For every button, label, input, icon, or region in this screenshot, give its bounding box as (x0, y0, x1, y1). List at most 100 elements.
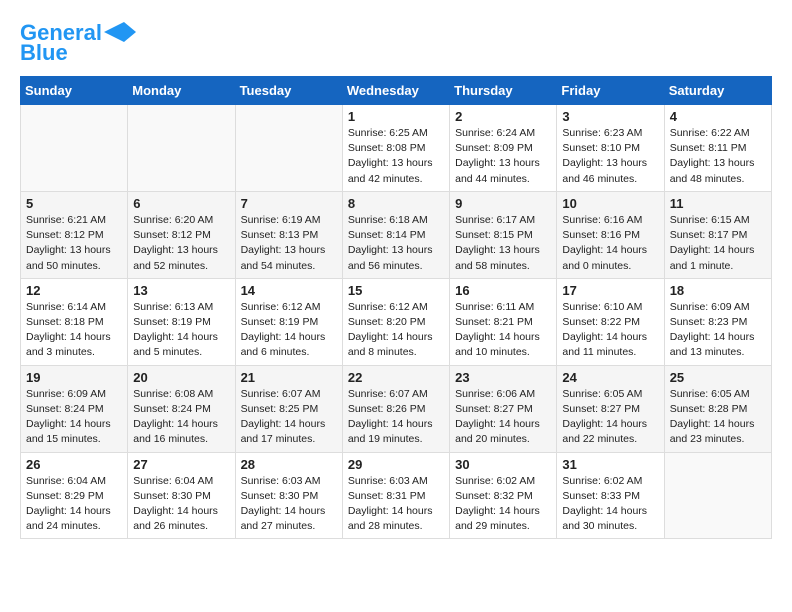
day-number: 23 (455, 370, 551, 385)
calendar-cell: 20 Sunrise: 6:08 AMSunset: 8:24 PMDayligh… (128, 365, 235, 452)
day-number: 12 (26, 283, 122, 298)
day-info: Sunrise: 6:14 AMSunset: 8:18 PMDaylight:… (26, 300, 122, 361)
day-info: Sunrise: 6:11 AMSunset: 8:21 PMDaylight:… (455, 300, 551, 361)
day-number: 27 (133, 457, 229, 472)
calendar-week-row: 5 Sunrise: 6:21 AMSunset: 8:12 PMDaylight… (21, 191, 772, 278)
day-number: 11 (670, 196, 766, 211)
day-number: 30 (455, 457, 551, 472)
calendar-cell: 2Sunrise: 6:24 AMSunset: 8:09 PMDaylight… (450, 105, 557, 192)
day-info: Sunrise: 6:24 AMSunset: 8:09 PMDaylight:… (455, 126, 551, 187)
day-number: 6 (133, 196, 229, 211)
calendar-cell: 22 Sunrise: 6:07 AMSunset: 8:26 PMDayligh… (342, 365, 449, 452)
day-info: Sunrise: 6:21 AMSunset: 8:12 PMDaylight:… (26, 213, 122, 274)
day-number: 18 (670, 283, 766, 298)
day-info: Sunrise: 6:20 AMSunset: 8:12 PMDaylight:… (133, 213, 229, 274)
day-info: Sunrise: 6:23 AMSunset: 8:10 PMDaylight:… (562, 126, 658, 187)
calendar-week-row: 26Sunrise: 6:04 AMSunset: 8:29 PMDayligh… (21, 452, 772, 539)
weekday-header: Thursday (450, 77, 557, 105)
calendar-cell: 17 Sunrise: 6:10 AMSunset: 8:22 PMDayligh… (557, 278, 664, 365)
logo-arrow-icon (104, 22, 136, 42)
day-info: Sunrise: 6:04 AMSunset: 8:29 PMDaylight:… (26, 474, 122, 535)
calendar-cell: 11 Sunrise: 6:15 AMSunset: 8:17 PMDayligh… (664, 191, 771, 278)
calendar-cell: 7 Sunrise: 6:19 AMSunset: 8:13 PMDaylight… (235, 191, 342, 278)
day-info: Sunrise: 6:03 AMSunset: 8:30 PMDaylight:… (241, 474, 337, 535)
day-number: 14 (241, 283, 337, 298)
logo-blue: Blue (20, 40, 68, 66)
calendar-cell: 4 Sunrise: 6:22 AMSunset: 8:11 PMDaylight… (664, 105, 771, 192)
day-number: 7 (241, 196, 337, 211)
day-number: 31 (562, 457, 658, 472)
calendar-cell: 19 Sunrise: 6:09 AMSunset: 8:24 PMDayligh… (21, 365, 128, 452)
weekday-header: Saturday (664, 77, 771, 105)
day-info: Sunrise: 6:12 AMSunset: 8:20 PMDaylight:… (348, 300, 444, 361)
day-info: Sunrise: 6:09 AMSunset: 8:23 PMDaylight:… (670, 300, 766, 361)
day-info: Sunrise: 6:17 AMSunset: 8:15 PMDaylight:… (455, 213, 551, 274)
day-number: 10 (562, 196, 658, 211)
calendar-cell: 30 Sunrise: 6:02 AMSunset: 8:32 PMDayligh… (450, 452, 557, 539)
weekday-header: Tuesday (235, 77, 342, 105)
calendar-cell (128, 105, 235, 192)
day-number: 25 (670, 370, 766, 385)
day-info: Sunrise: 6:07 AMSunset: 8:25 PMDaylight:… (241, 387, 337, 448)
calendar-cell: 31 Sunrise: 6:02 AMSunset: 8:33 PMDayligh… (557, 452, 664, 539)
day-info: Sunrise: 6:07 AMSunset: 8:26 PMDaylight:… (348, 387, 444, 448)
day-info: Sunrise: 6:03 AMSunset: 8:31 PMDaylight:… (348, 474, 444, 535)
calendar-week-row: 1Sunrise: 6:25 AMSunset: 8:08 PMDaylight… (21, 105, 772, 192)
day-number: 17 (562, 283, 658, 298)
calendar-cell: 10 Sunrise: 6:16 AMSunset: 8:16 PMDayligh… (557, 191, 664, 278)
day-number: 5 (26, 196, 122, 211)
calendar-cell (21, 105, 128, 192)
calendar-cell: 8 Sunrise: 6:18 AMSunset: 8:14 PMDaylight… (342, 191, 449, 278)
day-number: 9 (455, 196, 551, 211)
day-info: Sunrise: 6:06 AMSunset: 8:27 PMDaylight:… (455, 387, 551, 448)
day-number: 4 (670, 109, 766, 124)
day-number: 8 (348, 196, 444, 211)
weekday-header: Wednesday (342, 77, 449, 105)
day-number: 3 (562, 109, 658, 124)
calendar-week-row: 12 Sunrise: 6:14 AMSunset: 8:18 PMDayligh… (21, 278, 772, 365)
day-info: Sunrise: 6:18 AMSunset: 8:14 PMDaylight:… (348, 213, 444, 274)
weekday-header: Sunday (21, 77, 128, 105)
day-number: 16 (455, 283, 551, 298)
day-number: 1 (348, 109, 444, 124)
calendar-cell (235, 105, 342, 192)
day-info: Sunrise: 6:05 AMSunset: 8:28 PMDaylight:… (670, 387, 766, 448)
day-info: Sunrise: 6:19 AMSunset: 8:13 PMDaylight:… (241, 213, 337, 274)
day-number: 15 (348, 283, 444, 298)
calendar-cell: 1Sunrise: 6:25 AMSunset: 8:08 PMDaylight… (342, 105, 449, 192)
day-info: Sunrise: 6:10 AMSunset: 8:22 PMDaylight:… (562, 300, 658, 361)
calendar-cell: 23 Sunrise: 6:06 AMSunset: 8:27 PMDayligh… (450, 365, 557, 452)
day-info: Sunrise: 6:05 AMSunset: 8:27 PMDaylight:… (562, 387, 658, 448)
day-number: 21 (241, 370, 337, 385)
day-info: Sunrise: 6:09 AMSunset: 8:24 PMDaylight:… (26, 387, 122, 448)
day-info: Sunrise: 6:22 AMSunset: 8:11 PMDaylight:… (670, 126, 766, 187)
calendar-cell: 15 Sunrise: 6:12 AMSunset: 8:20 PMDayligh… (342, 278, 449, 365)
calendar-cell: 9 Sunrise: 6:17 AMSunset: 8:15 PMDaylight… (450, 191, 557, 278)
day-number: 19 (26, 370, 122, 385)
calendar-table: SundayMondayTuesdayWednesdayThursdayFrid… (20, 76, 772, 539)
day-info: Sunrise: 6:16 AMSunset: 8:16 PMDaylight:… (562, 213, 658, 274)
weekday-header: Monday (128, 77, 235, 105)
calendar-header-row: SundayMondayTuesdayWednesdayThursdayFrid… (21, 77, 772, 105)
calendar-cell: 18 Sunrise: 6:09 AMSunset: 8:23 PMDayligh… (664, 278, 771, 365)
day-info: Sunrise: 6:13 AMSunset: 8:19 PMDaylight:… (133, 300, 229, 361)
calendar-cell: 26Sunrise: 6:04 AMSunset: 8:29 PMDayligh… (21, 452, 128, 539)
day-number: 20 (133, 370, 229, 385)
day-number: 28 (241, 457, 337, 472)
calendar-week-row: 19 Sunrise: 6:09 AMSunset: 8:24 PMDayligh… (21, 365, 772, 452)
calendar-cell: 24 Sunrise: 6:05 AMSunset: 8:27 PMDayligh… (557, 365, 664, 452)
calendar-cell: 25 Sunrise: 6:05 AMSunset: 8:28 PMDayligh… (664, 365, 771, 452)
calendar-cell: 13 Sunrise: 6:13 AMSunset: 8:19 PMDayligh… (128, 278, 235, 365)
day-info: Sunrise: 6:02 AMSunset: 8:33 PMDaylight:… (562, 474, 658, 535)
day-number: 22 (348, 370, 444, 385)
calendar-cell: 5 Sunrise: 6:21 AMSunset: 8:12 PMDaylight… (21, 191, 128, 278)
day-info: Sunrise: 6:15 AMSunset: 8:17 PMDaylight:… (670, 213, 766, 274)
day-info: Sunrise: 6:08 AMSunset: 8:24 PMDaylight:… (133, 387, 229, 448)
weekday-header: Friday (557, 77, 664, 105)
day-number: 29 (348, 457, 444, 472)
day-info: Sunrise: 6:02 AMSunset: 8:32 PMDaylight:… (455, 474, 551, 535)
day-number: 24 (562, 370, 658, 385)
day-info: Sunrise: 6:04 AMSunset: 8:30 PMDaylight:… (133, 474, 229, 535)
calendar-cell (664, 452, 771, 539)
day-number: 13 (133, 283, 229, 298)
